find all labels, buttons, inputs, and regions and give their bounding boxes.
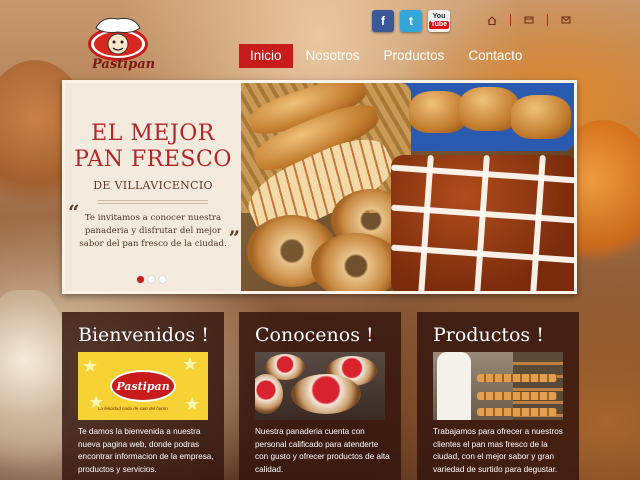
panel-title: Conocenos ! — [255, 324, 374, 346]
open-quote-icon: “ — [68, 200, 80, 224]
tagline: La felicidad nada de sale del horno — [98, 406, 168, 411]
slider-pagination — [137, 276, 166, 283]
social-links: f t You Tube — [372, 10, 450, 32]
twitter-icon[interactable]: t — [400, 10, 422, 32]
star-icon: ★ — [184, 394, 201, 414]
logo-wordmark: Pastipan — [92, 57, 156, 72]
hero-quote-text: Te invitamos a conocer nuestra panaderia… — [79, 213, 227, 249]
close-quote-icon: ” — [228, 226, 240, 250]
tart — [255, 374, 283, 414]
main-nav: Inicio Nosotros Productos Contacto — [239, 44, 535, 68]
bread-tray — [477, 374, 557, 382]
facebook-icon[interactable]: f — [372, 10, 394, 32]
panel-bienvenidos: Bienvenidos ! ★ ★ ★ ★ Pastipan La felici… — [62, 312, 224, 480]
pastipan-banner-image[interactable]: ★ ★ ★ ★ Pastipan La felicidad nada de sa… — [78, 352, 208, 420]
bagel — [311, 233, 401, 291]
panel-conocenos: Conocenos ! Nuestra panaderia cuenta con… — [239, 312, 401, 480]
bread-tray — [477, 408, 557, 416]
hero-quote: “ Te invitamos a conocer nuestra panader… — [68, 202, 240, 251]
hero-text: EL MEJOR PAN FRESCO DE VILLAVICENCIO “ T… — [65, 83, 241, 291]
background-coffee-cup — [0, 290, 70, 480]
baker — [437, 352, 471, 420]
nav-productos[interactable]: Productos — [373, 44, 456, 68]
panel-text: Trabajamos para ofrecer a nuestros clien… — [433, 427, 563, 474]
utility-links — [474, 14, 584, 26]
hero-title-line2: PAN FRESCO — [74, 147, 232, 172]
bun — [459, 87, 519, 131]
slider-dot-2[interactable] — [148, 276, 155, 283]
tarts-image[interactable] — [255, 352, 385, 420]
panel-text: Nuestra panaderia cuenta con personal ca… — [255, 427, 390, 474]
tart — [291, 374, 361, 414]
hero-subtitle: DE VILLAVICENCIO — [93, 179, 213, 192]
mail-icon[interactable] — [548, 16, 584, 24]
youtube-icon[interactable]: You Tube — [428, 10, 450, 32]
sitemap-icon[interactable] — [511, 16, 547, 24]
panel-title: Productos ! — [433, 324, 544, 346]
panel-productos: Productos ! Trabajamos para ofrecer a nu… — [417, 312, 579, 480]
panel-text: Te damos la bienvenida a nuestra nueva p… — [78, 427, 214, 474]
hero-title-line1: EL MEJOR — [91, 121, 215, 146]
hero-slider: EL MEJOR PAN FRESCO DE VILLAVICENCIO “ T… — [62, 80, 577, 294]
bun — [511, 95, 571, 139]
pastipan-logo: Pastipan — [110, 370, 176, 402]
nav-inicio[interactable]: Inicio — [239, 44, 293, 68]
hero-bread-image — [241, 83, 574, 291]
panel-title: Bienvenidos ! — [78, 324, 209, 346]
slider-dot-1[interactable] — [137, 276, 144, 283]
star-icon: ★ — [82, 356, 99, 376]
star-icon: ★ — [182, 354, 199, 374]
bread-tray — [477, 392, 557, 400]
home-icon[interactable] — [474, 15, 510, 25]
slider-dot-3[interactable] — [159, 276, 166, 283]
nav-contacto[interactable]: Contacto — [457, 44, 533, 68]
bakery-image[interactable] — [433, 352, 563, 420]
divider — [98, 200, 208, 204]
nav-nosotros[interactable]: Nosotros — [295, 44, 371, 68]
